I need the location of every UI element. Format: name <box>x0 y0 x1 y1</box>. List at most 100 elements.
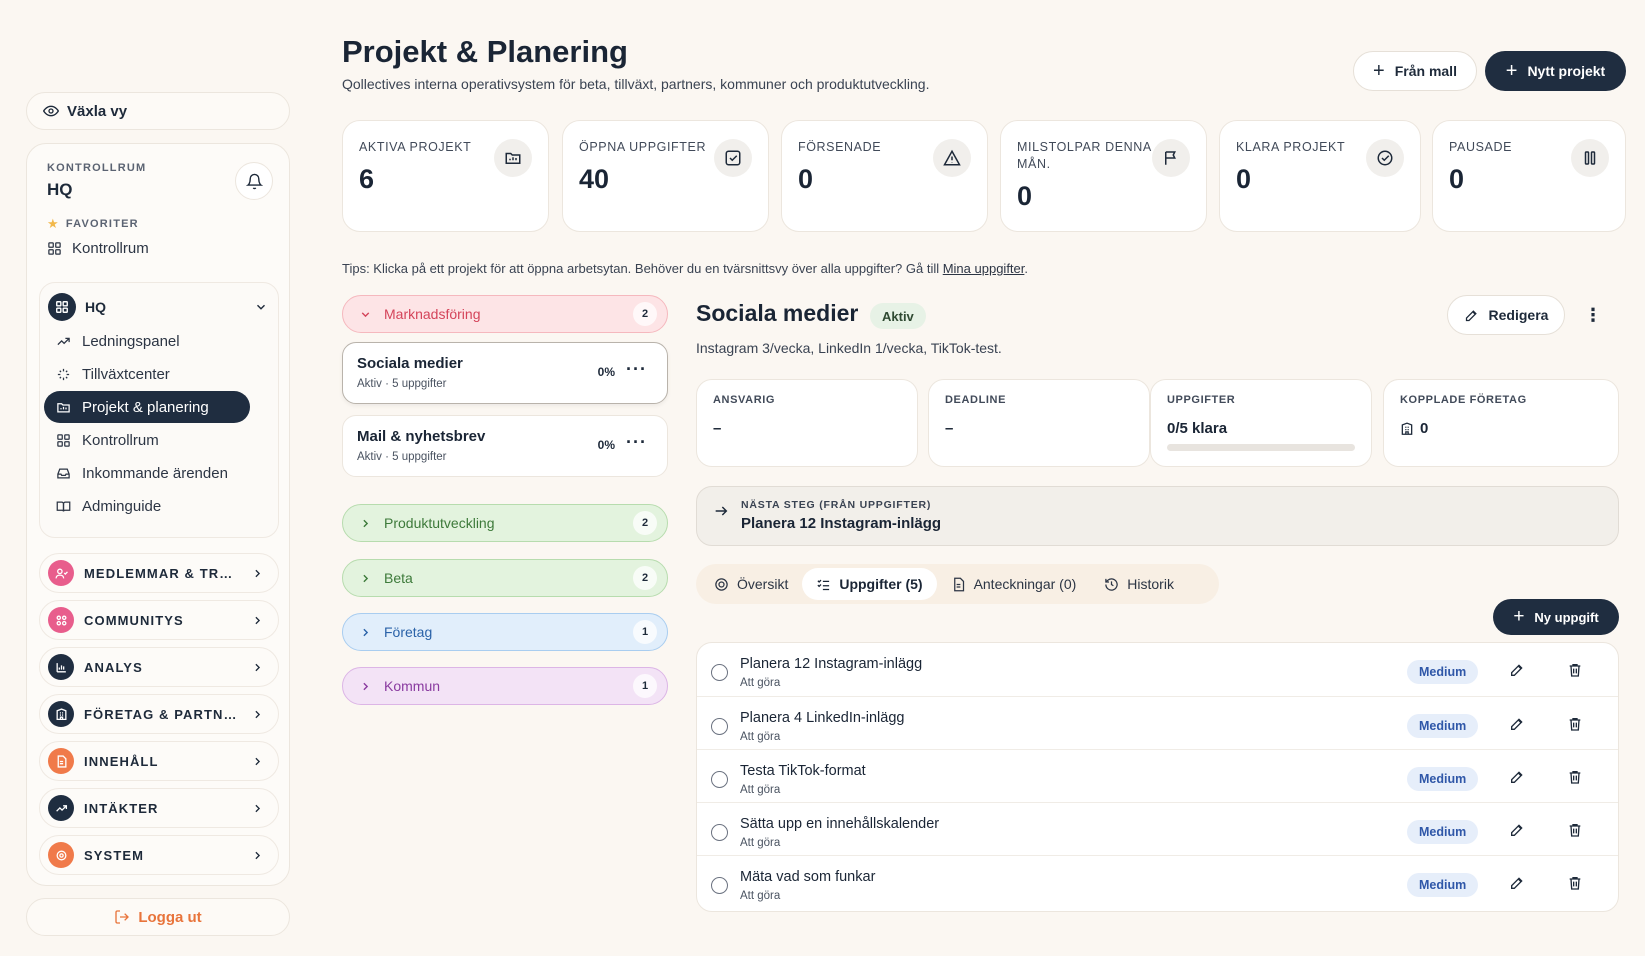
stat-card-open-tasks: ÖPPNA UPPGIFTER 40 <box>562 120 769 232</box>
info-value: – <box>945 420 954 437</box>
more-dots-icon[interactable]: ··· <box>626 359 647 380</box>
community-icon <box>48 607 74 633</box>
detail-tabs: Översikt Uppgifter (5) Anteckningar (0) … <box>696 564 1219 604</box>
chart-icon <box>48 654 74 680</box>
chevron-right-icon <box>251 708 264 721</box>
group-produktutveckling[interactable]: Produktutveckling 2 <box>342 504 668 542</box>
task-row[interactable]: Sätta upp en innehållskalender Att göra … <box>697 802 1618 855</box>
task-row[interactable]: Testa TikTok-format Att göra Medium <box>697 749 1618 802</box>
project-progress: 0% <box>597 365 615 379</box>
pencil-icon[interactable] <box>1509 769 1525 785</box>
task-name: Mäta vad som funkar <box>740 869 876 885</box>
pencil-icon[interactable] <box>1509 662 1525 678</box>
more-options-button[interactable]: ⋮ <box>1582 300 1604 330</box>
tab-anteckningar[interactable]: Anteckningar (0) <box>937 568 1091 600</box>
logout-icon <box>114 909 130 925</box>
priority-badge: Medium <box>1407 714 1479 738</box>
switch-view-button[interactable]: Växla vy <box>26 92 290 130</box>
pencil-icon[interactable] <box>1509 875 1525 891</box>
stat-value: 0 <box>1017 181 1033 211</box>
category-system[interactable]: SYSTEM <box>39 835 279 875</box>
category-communitys[interactable]: COMMUNITYS <box>39 600 279 640</box>
sidebar-kicker: KONTROLLRUM <box>47 162 147 174</box>
trash-icon[interactable] <box>1567 769 1583 785</box>
logout-label: Logga ut <box>138 908 202 926</box>
sidebar-item-ledningspanel[interactable]: Ledningspanel <box>44 325 250 357</box>
task-checkbox[interactable] <box>711 824 728 841</box>
edit-button[interactable]: Redigera <box>1447 295 1565 335</box>
folder-icon <box>56 400 71 415</box>
category-intakter[interactable]: INTÄKTER <box>39 788 279 828</box>
favorite-item-kontrollrum[interactable]: Kontrollrum <box>47 240 149 257</box>
task-row[interactable]: Planera 12 Instagram-inlägg Att göra Med… <box>697 643 1618 696</box>
sidebar-item-label: Inkommande ärenden <box>82 464 228 482</box>
trash-icon[interactable] <box>1567 662 1583 678</box>
tab-historik[interactable]: Historik <box>1090 568 1188 600</box>
priority-badge: Medium <box>1407 660 1479 684</box>
project-progress: 0% <box>597 438 615 452</box>
group-foretag[interactable]: Företag 1 <box>342 613 668 651</box>
next-step-card[interactable]: NÄSTA STEG (FRÅN UPPGIFTER) Planera 12 I… <box>696 486 1619 546</box>
pencil-icon[interactable] <box>1509 716 1525 732</box>
trash-icon[interactable] <box>1567 822 1583 838</box>
info-value: 0/5 klara <box>1167 420 1228 437</box>
category-label: INNEHÅLL <box>84 753 159 769</box>
project-card-mail-nyhetsbrev[interactable]: Mail & nyhetsbrev Aktiv · 5 uppgifter 0%… <box>342 415 668 477</box>
sparkle-icon <box>56 367 71 382</box>
logout-button[interactable]: Logga ut <box>26 898 290 936</box>
project-card-sociala-medier[interactable]: Sociala medier Aktiv · 5 uppgifter 0% ··… <box>342 342 668 404</box>
trash-icon[interactable] <box>1567 716 1583 732</box>
new-project-button[interactable]: + Nytt projekt <box>1485 51 1626 91</box>
category-label: MEDLEMMAR & TRUST <box>84 565 241 581</box>
category-medlemmar-trust[interactable]: MEDLEMMAR & TRUST <box>39 553 279 593</box>
info-card-ansvarig: ANSVARIG – <box>696 379 918 467</box>
category-analys[interactable]: ANALYS <box>39 647 279 687</box>
task-row[interactable]: Planera 4 LinkedIn-inlägg Att göra Mediu… <box>697 696 1618 749</box>
category-label: COMMUNITYS <box>84 612 184 628</box>
new-task-button[interactable]: + Ny uppgift <box>1493 599 1619 635</box>
hq-group-toggle[interactable]: HQ <box>48 293 268 321</box>
project-meta: Aktiv · 5 uppgifter <box>357 378 447 390</box>
pencil-icon[interactable] <box>1509 822 1525 838</box>
sidebar-item-adminguide[interactable]: Adminguide <box>44 490 250 522</box>
grid-icon <box>56 433 71 448</box>
chevron-right-icon <box>251 849 264 862</box>
more-dots-icon[interactable]: ··· <box>626 432 647 453</box>
favorites-heading: ★ FAVORITER <box>47 216 139 232</box>
tab-oversikt[interactable]: Översikt <box>700 568 802 600</box>
sidebar-item-tillvaxtcenter[interactable]: Tillväxtcenter <box>44 358 250 390</box>
task-checkbox[interactable] <box>711 718 728 735</box>
building-icon <box>48 701 74 727</box>
system-icon <box>48 842 74 868</box>
group-marknadsforing[interactable]: Marknadsföring 2 <box>342 295 668 333</box>
trash-icon[interactable] <box>1567 875 1583 891</box>
notifications-button[interactable] <box>235 162 273 200</box>
stat-label: FÖRSENADE <box>798 140 882 154</box>
page-title: Projekt & Planering <box>342 34 628 69</box>
favorite-item-label: Kontrollrum <box>72 240 149 257</box>
task-checkbox[interactable] <box>711 664 728 681</box>
task-status: Att göra <box>740 677 781 689</box>
info-value: 0 <box>1420 420 1429 437</box>
category-foretag-partners[interactable]: FÖRETAG & PARTNERS <box>39 694 279 734</box>
task-row[interactable]: Mäta vad som funkar Att göra Medium <box>697 855 1618 908</box>
group-beta[interactable]: Beta 2 <box>342 559 668 597</box>
stat-label: MILSTOLPAR DENNA MÅN. <box>1017 140 1152 171</box>
group-count: 2 <box>633 566 657 590</box>
tasks-progress-bar <box>1167 444 1355 451</box>
tab-uppgifter[interactable]: Uppgifter (5) <box>802 568 937 600</box>
from-template-button[interactable]: + Från mall <box>1353 51 1477 91</box>
my-tasks-link[interactable]: Mina uppgifter <box>943 261 1025 276</box>
sidebar-item-projekt-planering[interactable]: Projekt & planering <box>44 391 250 423</box>
task-checkbox[interactable] <box>711 771 728 788</box>
new-task-label: Ny uppgift <box>1534 609 1599 625</box>
info-value: – <box>713 420 722 437</box>
sidebar-item-kontrollrum[interactable]: Kontrollrum <box>44 424 250 456</box>
flag-icon <box>1152 139 1190 177</box>
project-meta: Aktiv · 5 uppgifter <box>357 451 447 463</box>
sidebar-item-inkommande-arenden[interactable]: Inkommande ärenden <box>44 457 250 489</box>
task-status: Att göra <box>740 731 781 743</box>
group-kommun[interactable]: Kommun 1 <box>342 667 668 705</box>
category-innehall[interactable]: INNEHÅLL <box>39 741 279 781</box>
task-checkbox[interactable] <box>711 877 728 894</box>
